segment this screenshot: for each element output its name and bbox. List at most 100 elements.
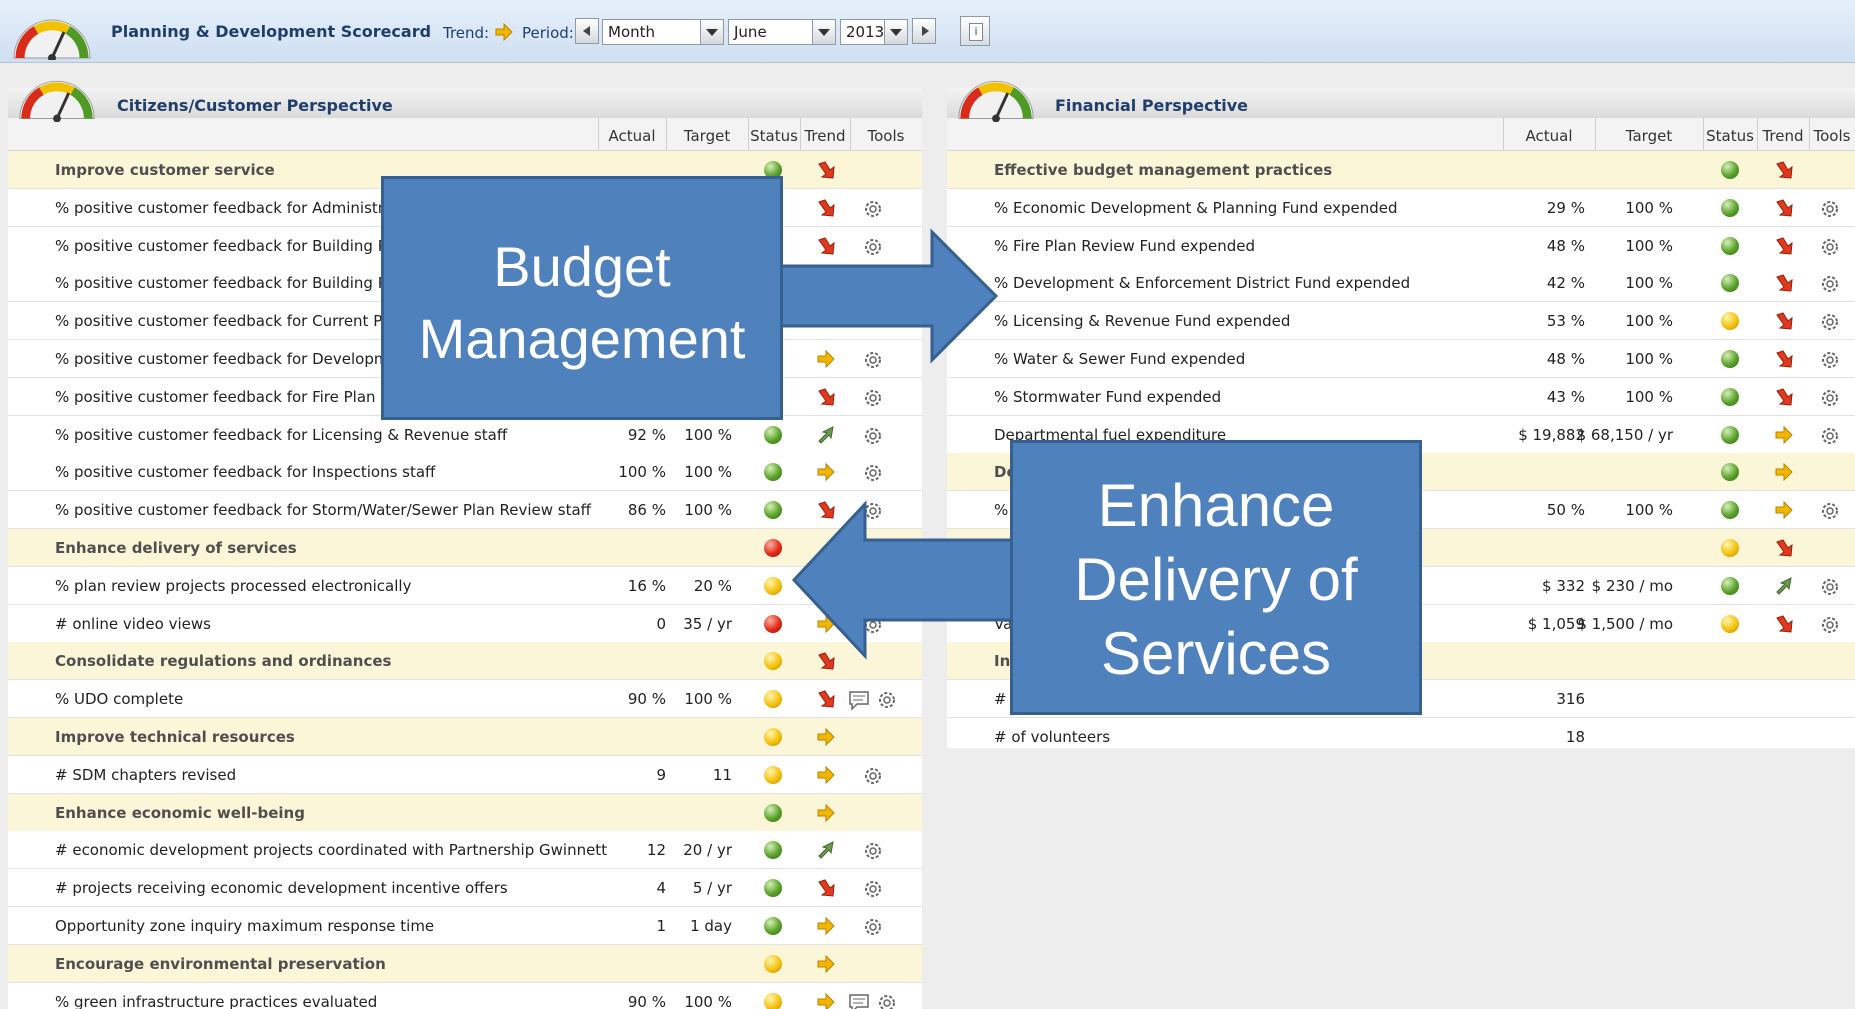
measure-name[interactable]: % positive customer feedback for Current… [55,312,419,330]
measure-name[interactable]: % positive customer feedback for Adminis… [55,199,422,217]
column-status[interactable]: Status [1703,127,1757,145]
gear-icon[interactable] [862,462,884,484]
column-target[interactable]: Target [1595,127,1703,145]
column-status[interactable]: Status [748,127,800,145]
comment-icon[interactable] [848,992,870,1009]
gear-icon[interactable] [1819,500,1841,522]
objective-row[interactable]: Encourage environmental preservation [8,944,922,983]
column-actual[interactable]: Actual [1503,127,1595,145]
measure-name[interactable]: # of volunteers [994,728,1110,746]
trend-right-arrow-icon [1774,462,1794,482]
measure-name[interactable]: % Economic Development & Planning Fund e… [994,199,1397,217]
column-actual[interactable]: Actual [598,127,666,145]
period-type-select[interactable]: Month [602,19,724,45]
measure-name[interactable]: % green infrastructure practices evaluat… [55,993,377,1009]
gear-icon[interactable] [876,689,898,711]
measure-name[interactable]: % positive customer feedback for Fire Pl… [55,388,422,406]
gear-icon[interactable] [862,840,884,862]
gear-icon[interactable] [1819,576,1841,598]
period-type-value: Month [608,23,656,41]
gear-icon[interactable] [1819,387,1841,409]
actual-value: 4 [656,879,666,898]
table-row[interactable]: % Development & Enforcement District Fun… [947,264,1855,303]
chevron-down-icon [812,20,835,44]
info-button[interactable]: i [960,16,990,46]
gear-icon[interactable] [1819,273,1841,295]
measure-name[interactable]: Opportunity zone inquiry maximum respons… [55,917,434,935]
measure-name[interactable]: % Licensing & Revenue Fund expended [994,312,1290,330]
column-trend[interactable]: Trend [800,127,850,145]
table-row[interactable]: # projects receiving economic developmen… [8,869,922,908]
table-row[interactable]: % positive customer feedback for Inspect… [8,453,922,492]
column-trend[interactable]: Trend [1757,127,1809,145]
measure-name[interactable]: # [994,690,1007,708]
table-row[interactable]: # SDM chapters revised 9 11 [8,755,922,794]
table-row[interactable]: Opportunity zone inquiry maximum respons… [8,907,922,945]
measure-name[interactable]: % Fire Plan Review Fund expended [994,237,1255,255]
measure-name[interactable]: % Water & Sewer Fund expended [994,350,1245,368]
year-select[interactable]: 2013 [840,19,908,45]
gear-icon[interactable] [862,198,884,220]
gear-icon[interactable] [1819,311,1841,333]
gear-icon[interactable] [862,878,884,900]
gear-icon[interactable] [1819,349,1841,371]
column-target[interactable]: Target [666,127,748,145]
gear-icon[interactable] [862,387,884,409]
measure-name[interactable]: # SDM chapters revised [55,766,236,784]
table-row[interactable]: % Economic Development & Planning Fund e… [947,188,1855,227]
next-period-button[interactable] [912,18,936,44]
callout-line: Delivery of [1074,546,1358,613]
measure-name[interactable]: # economic development projects coordina… [55,841,607,859]
measure-name[interactable]: # online video views [55,615,211,633]
gear-icon[interactable] [862,765,884,787]
measure-name[interactable]: % positive customer feedback for Buildin… [55,237,420,255]
month-select[interactable]: June [728,19,836,45]
column-header-row: Actual Target Status Trend Tools [947,118,1855,151]
objective-row[interactable]: Enhance economic well-being [8,793,922,832]
measure-name[interactable]: % positive customer feedback for Buildin… [55,274,425,292]
measure-name[interactable]: % plan review projects processed electro… [55,577,411,595]
gear-icon[interactable] [1819,614,1841,636]
table-row[interactable]: % green infrastructure practices evaluat… [8,982,922,1009]
column-tools[interactable]: Tools [850,127,922,145]
status-yellow-icon [764,728,782,746]
measure-name[interactable]: % positive customer feedback for Develop… [55,350,426,368]
gear-icon[interactable] [876,992,898,1009]
measure-name[interactable]: % Stormwater Fund expended [994,388,1221,406]
period-label: Period: [522,24,574,42]
table-row[interactable]: # of volunteers 18 [947,718,1855,748]
measure-name[interactable]: % UDO complete [55,690,183,708]
measure-name[interactable]: % positive customer feedback for Inspect… [55,463,435,481]
objective-row[interactable]: Effective budget management practices [947,151,1855,189]
status-green-icon [764,841,782,860]
table-row[interactable]: % positive customer feedback for Licensi… [8,415,922,454]
gear-icon[interactable] [1819,198,1841,220]
table-row[interactable]: % Stormwater Fund expended 43 % 100 % [947,377,1855,416]
measure-name[interactable]: # projects receiving economic developmen… [55,879,508,897]
table-row[interactable]: % Fire Plan Review Fund expended 48 % 100 … [947,226,1855,265]
gear-icon[interactable] [1819,425,1841,447]
panel-title: Financial Perspective [1055,96,1249,115]
measure-name[interactable]: % positive customer feedback for Storm/W… [55,501,591,519]
gear-icon[interactable] [862,916,884,938]
measure-name[interactable]: % Development & Enforcement District Fun… [994,274,1410,292]
chevron-down-icon [884,20,907,44]
table-row[interactable]: % Licensing & Revenue Fund expended 53 % 1… [947,302,1855,341]
table-row[interactable]: # economic development projects coordina… [8,831,922,870]
objective-row[interactable]: Enhance delivery of services [8,529,922,567]
target-value: 100 % [1625,274,1673,293]
table-row[interactable]: # online video views 0 35 / yr [8,604,922,643]
table-row[interactable]: % plan review projects processed electro… [8,566,922,605]
column-tools[interactable]: Tools [1809,127,1855,145]
gear-icon[interactable] [862,425,884,447]
comment-icon[interactable] [848,689,870,711]
table-row[interactable]: % positive customer feedback for Storm/W… [8,491,922,530]
status-green-icon [764,879,782,898]
objective-row[interactable]: Consolidate regulations and ordinances [8,642,922,681]
measure-name[interactable]: % positive customer feedback for Licensi… [55,426,507,444]
previous-period-button[interactable] [575,18,599,44]
table-row[interactable]: % Water & Sewer Fund expended 48 % 100 % [947,340,1855,378]
table-row[interactable]: % UDO complete 90 % 100 % [8,680,922,719]
gear-icon[interactable] [1819,236,1841,258]
objective-row[interactable]: Improve technical resources [8,718,922,756]
